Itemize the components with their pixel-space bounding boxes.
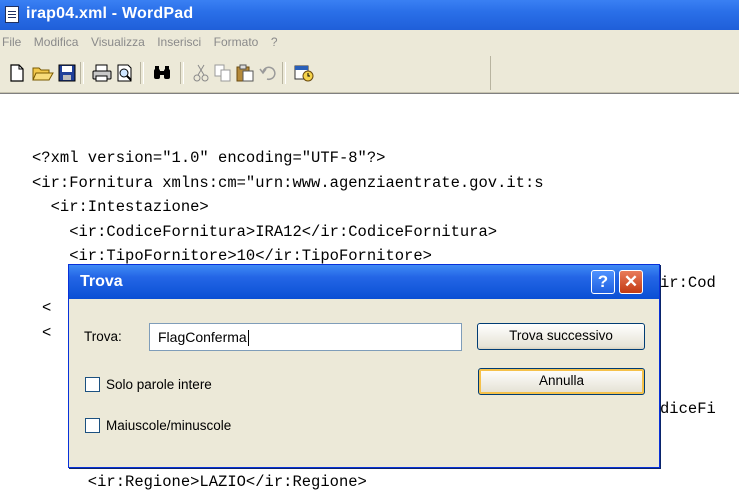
find-label: Trova: (84, 329, 122, 344)
print-icon[interactable] (92, 64, 112, 82)
menu-visualizza[interactable]: Visualizza (91, 30, 151, 49)
window-title: irap04.xml - WordPad (26, 5, 194, 22)
close-button[interactable]: ✕ (619, 270, 643, 294)
wordpad-document-icon (5, 6, 19, 23)
doc-line: diceFi (660, 400, 716, 418)
doc-line: <ir:CodiceFornitura>IRA12</ir:CodiceForn… (32, 223, 498, 241)
toolbar-edge (490, 56, 491, 90)
toolbar-separator (140, 62, 144, 84)
window-title-bar[interactable]: irap04.xml - WordPad (0, 0, 739, 30)
doc-line: <ir:Fornitura xmlns:cm="urn:www.agenziae… (32, 174, 544, 192)
cancel-button[interactable]: Annulla (478, 368, 645, 395)
paste-icon[interactable] (236, 64, 254, 82)
doc-line: < (42, 299, 52, 317)
menu-modifica[interactable]: Modifica (34, 30, 85, 49)
doc-line: <?xml version="1.0" encoding="UTF-8"?> (32, 149, 386, 167)
toolbar-separator (282, 62, 286, 84)
dialog-title: Trova (80, 273, 123, 290)
toolbar-separator (180, 62, 184, 84)
print-preview-icon[interactable] (116, 64, 134, 82)
match-case-checkbox[interactable] (85, 418, 100, 433)
dialog-title-bar[interactable]: Trova ? ✕ (69, 265, 659, 299)
doc-line: <ir:TipoFornitore>10</ir:TipoFornitore> (32, 247, 432, 265)
insert-date-icon[interactable] (294, 64, 314, 82)
whole-words-checkbox[interactable] (85, 377, 100, 392)
toolbar-separator (80, 62, 84, 84)
new-icon[interactable] (8, 64, 26, 82)
save-icon[interactable] (58, 64, 76, 82)
menu-file[interactable]: File (2, 30, 27, 49)
doc-line: <ir:Regione>LAZIO</ir:Regione> (32, 473, 367, 491)
text-caret (247, 330, 249, 347)
find-input[interactable]: FlagConferma (149, 323, 462, 351)
find-icon[interactable] (152, 64, 172, 82)
open-icon[interactable] (32, 64, 54, 82)
whole-words-label[interactable]: Solo parole intere (106, 377, 212, 392)
cut-icon[interactable] (192, 64, 210, 82)
menu-formato[interactable]: Formato (214, 30, 265, 49)
undo-icon[interactable] (258, 64, 276, 82)
toolbar (0, 54, 739, 93)
copy-icon[interactable] (214, 64, 232, 82)
find-input-value: FlagConferma (158, 329, 247, 345)
menu-help[interactable]: ? (271, 30, 284, 49)
find-dialog: Trova ? ✕ Trova: FlagConferma Trova succ… (68, 264, 660, 468)
menu-inserisci[interactable]: Inserisci (157, 30, 207, 49)
doc-line: ir:Cod (660, 274, 716, 292)
menu-bar: File Modifica Visualizza Inserisci Forma… (0, 30, 739, 54)
doc-line: < (42, 324, 52, 342)
find-next-button[interactable]: Trova successivo (477, 323, 645, 350)
match-case-label[interactable]: Maiuscole/minuscole (106, 418, 231, 433)
doc-line: <ir:Intestazione> (32, 198, 209, 216)
help-button[interactable]: ? (591, 270, 615, 294)
